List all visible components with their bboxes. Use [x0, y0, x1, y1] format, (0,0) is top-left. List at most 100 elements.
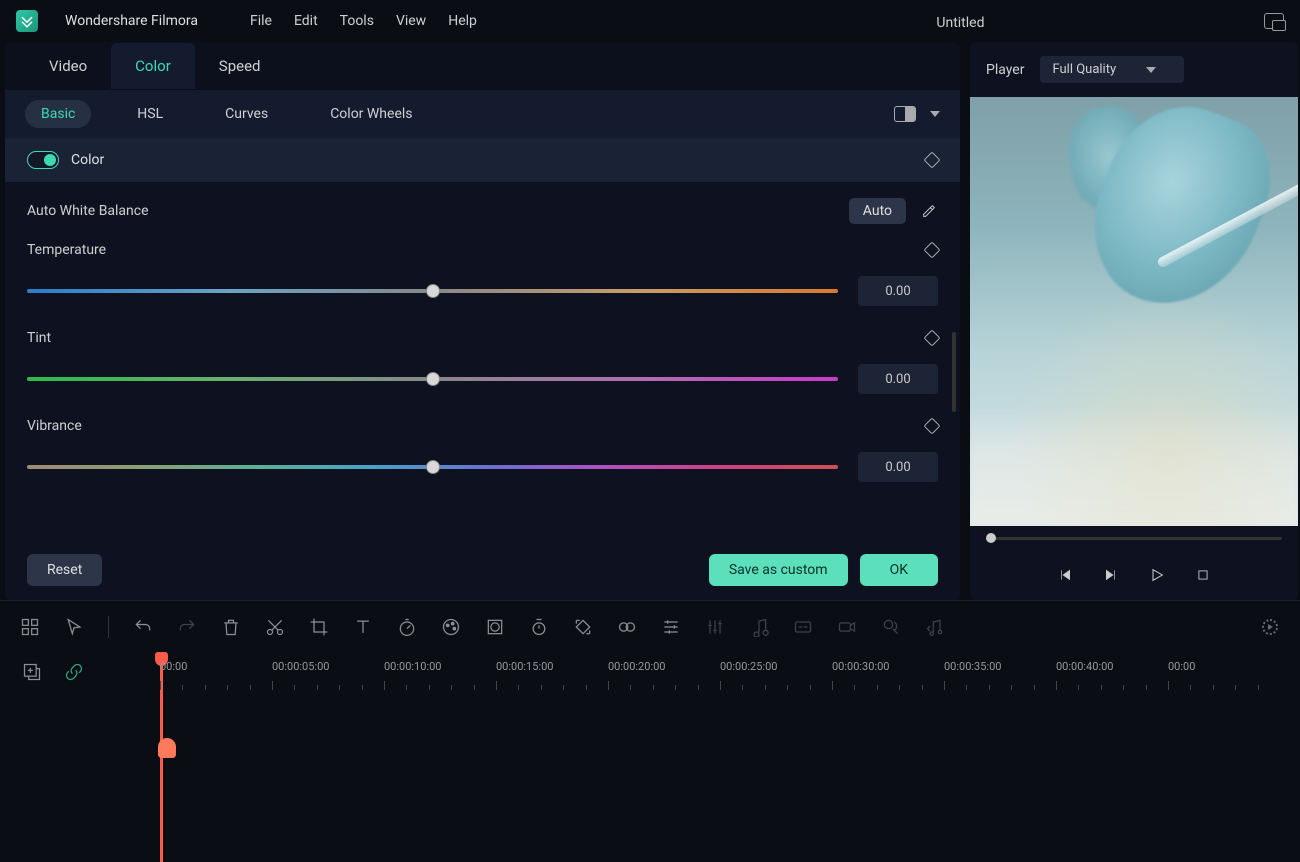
tick-group: 00:00:35:00	[944, 660, 1056, 690]
app-logo-icon	[16, 10, 38, 32]
next-frame-icon[interactable]	[1102, 566, 1120, 584]
layout-toggle-icon[interactable]	[1264, 13, 1284, 29]
color-enable-toggle[interactable]	[27, 151, 59, 169]
tick-label: 00:00	[160, 660, 187, 673]
tick-label: 00:00:35:00	[944, 660, 1001, 673]
tab-speed[interactable]: Speed	[195, 43, 285, 89]
crop-icon[interactable]	[309, 617, 329, 637]
temperature-value[interactable]: 0.00	[858, 276, 938, 306]
keyframe-icon[interactable]	[924, 418, 941, 435]
keyframe-tool-icon[interactable]	[573, 617, 593, 637]
tick-group: 00:00:25:00	[720, 660, 832, 690]
effects-icon[interactable]	[617, 617, 637, 637]
chevron-down-icon[interactable]	[930, 111, 940, 117]
vibrance-value[interactable]: 0.00	[858, 452, 938, 482]
quality-select[interactable]: Full Quality	[1040, 56, 1184, 83]
link-icon[interactable]	[64, 662, 84, 682]
tick-group: 00:00:05:00	[272, 660, 384, 690]
player-panel: Player Full Quality	[970, 42, 1298, 600]
cursor-icon[interactable]	[64, 617, 84, 637]
audio-icon[interactable]	[749, 617, 769, 637]
video-preview[interactable]	[970, 97, 1298, 526]
audio-mix-icon[interactable]	[705, 617, 725, 637]
menu-tools[interactable]: Tools	[340, 13, 374, 29]
render-preview-icon[interactable]	[1260, 617, 1280, 637]
mask-icon[interactable]	[485, 617, 505, 637]
ok-button[interactable]: OK	[860, 554, 938, 586]
tick-group: 00:00:10:00	[384, 660, 496, 690]
keyframe-icon[interactable]	[924, 242, 941, 259]
play-icon[interactable]	[1148, 566, 1166, 584]
menubar: Wondershare Filmora File Edit Tools View…	[0, 0, 1300, 42]
auto-button[interactable]: Auto	[849, 198, 906, 224]
player-scrubber[interactable]	[970, 526, 1298, 550]
tab-video[interactable]: Video	[25, 43, 111, 89]
menu-file[interactable]: File	[250, 13, 272, 29]
tick-group: 00:00:40:00	[1056, 660, 1168, 690]
prev-frame-icon[interactable]	[1056, 566, 1074, 584]
slider-thumb[interactable]	[426, 284, 440, 298]
tick-group: 00:00:15:00	[496, 660, 608, 690]
grid-icon[interactable]	[20, 617, 40, 637]
music-icon[interactable]	[925, 617, 945, 637]
delete-icon[interactable]	[221, 617, 241, 637]
clip-marker-icon[interactable]	[158, 738, 176, 758]
tick-group: 00:00:20:00	[608, 660, 720, 690]
properties-panel: Video Color Speed Basic HSL Curves Color…	[5, 42, 960, 600]
subtab-hsl[interactable]: HSL	[121, 100, 179, 128]
undo-icon[interactable]	[133, 617, 153, 637]
slider-group-tint: Tint 0.00	[27, 330, 938, 394]
tab-color[interactable]: Color	[111, 43, 195, 89]
tick-label: 00:00:30:00	[832, 660, 889, 673]
slider-thumb[interactable]	[426, 460, 440, 474]
text-icon[interactable]	[353, 617, 373, 637]
timeline-ruler[interactable]: 00:00 00:00:05:0000:00:10:00 00:00:15:00 00…	[160, 660, 1280, 690]
add-track-icon[interactable]	[22, 662, 42, 682]
top-tabs: Video Color Speed	[5, 42, 960, 90]
tick-label: 00:00:20:00	[608, 660, 665, 673]
player-controls	[970, 550, 1298, 600]
keyframe-icon[interactable]	[924, 330, 941, 347]
menu-edit[interactable]: Edit	[294, 13, 318, 29]
record-icon[interactable]	[837, 617, 857, 637]
tick-label: 00:00:10:00	[384, 660, 441, 673]
tick-label: 00:00	[1168, 660, 1195, 673]
slider-group-vibrance: Vibrance 0.00	[27, 418, 938, 482]
subtab-curves[interactable]: Curves	[209, 100, 284, 128]
redo-icon[interactable]	[177, 617, 197, 637]
tick-group: 00:00:30:00	[832, 660, 944, 690]
stop-icon[interactable]	[1194, 566, 1212, 584]
temperature-slider[interactable]	[27, 289, 838, 293]
document-title: Untitled	[936, 15, 984, 31]
menu-help[interactable]: Help	[448, 13, 477, 29]
transcribe-icon[interactable]	[881, 617, 901, 637]
adjust-icon[interactable]	[661, 617, 681, 637]
tick-label: 00:00:40:00	[1056, 660, 1113, 673]
subtab-basic[interactable]: Basic	[25, 100, 91, 128]
menu-view[interactable]: View	[396, 13, 426, 29]
vibrance-slider[interactable]	[27, 465, 838, 469]
tick-label: 00:00:15:00	[496, 660, 553, 673]
quality-value: Full Quality	[1052, 62, 1116, 77]
app-name: Wondershare Filmora	[65, 13, 198, 29]
timer-icon[interactable]	[529, 617, 549, 637]
color-icon[interactable]	[441, 617, 461, 637]
subtab-colorwheels[interactable]: Color Wheels	[314, 100, 428, 128]
keyframe-icon[interactable]	[924, 152, 941, 169]
auto-white-balance-label: Auto White Balance	[27, 203, 149, 219]
reset-button[interactable]: Reset	[27, 554, 102, 586]
vibrance-label: Vibrance	[27, 418, 82, 434]
eyedropper-icon[interactable]	[920, 202, 938, 220]
scrollbar[interactable]	[952, 332, 956, 412]
tint-value[interactable]: 0.00	[858, 364, 938, 394]
slider-thumb[interactable]	[426, 372, 440, 386]
cut-icon[interactable]	[265, 617, 285, 637]
save-as-custom-button[interactable]: Save as custom	[709, 554, 848, 586]
color-sub-tabs: Basic HSL Curves Color Wheels	[5, 90, 960, 138]
tick-group: 00:00	[1168, 660, 1280, 690]
compare-view-icon[interactable]	[894, 106, 916, 122]
tint-slider[interactable]	[27, 377, 838, 381]
subtitle-icon[interactable]	[793, 617, 813, 637]
speed-icon[interactable]	[397, 617, 417, 637]
timeline[interactable]: 00:00 00:00:05:0000:00:10:00 00:00:15:00 00…	[0, 652, 1300, 772]
